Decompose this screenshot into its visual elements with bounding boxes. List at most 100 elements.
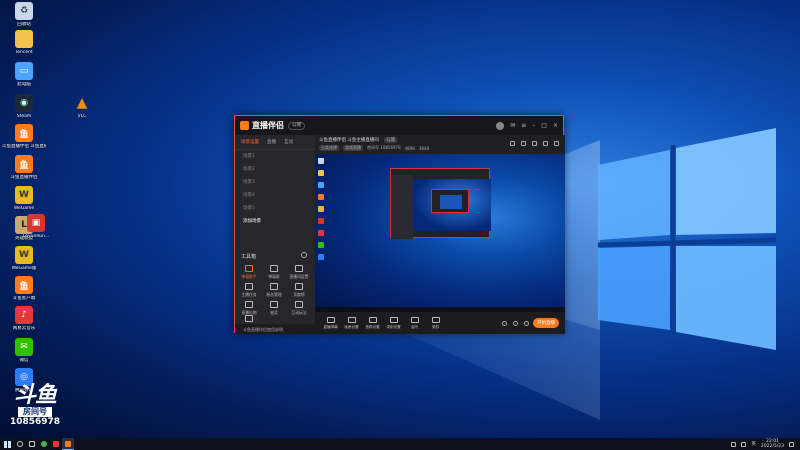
beauty-button[interactable]: 美颜 (426, 316, 445, 330)
computer-icon: ▭ (15, 62, 33, 80)
fan-count: 3848 (418, 145, 430, 151)
gear-icon (295, 265, 303, 272)
settings-icon[interactable] (524, 320, 529, 326)
tool-gifts[interactable]: 直播礼物 (238, 301, 260, 316)
douyu-icon: 鱼 (15, 124, 33, 142)
clock[interactable]: 22:01 2022/5/23 (761, 439, 784, 449)
start-live-button[interactable]: 开始直播 (533, 318, 559, 328)
scene-item[interactable]: 场景4 (235, 189, 315, 202)
douyu-live-assistant-window: 直播伴侣 公测 ✉ ≡ – □ × 场景设置 直播 互动 场景1 场景2 场景3… (234, 115, 565, 334)
wegame-icon: W (15, 246, 33, 264)
scene-item[interactable]: 场景3 (235, 176, 315, 189)
tab-live[interactable]: 直播 (267, 139, 276, 145)
douyu-logo: 斗鱼 (13, 383, 57, 408)
sidebar-footer[interactable]: 斗鱼直播伴侣使用说明 (235, 324, 315, 334)
desktop-icon-douyu-client[interactable]: 鱼 斗鱼客户端 (2, 276, 46, 301)
vlc-icon: ▲ (76, 95, 88, 111)
speaker-icon[interactable] (513, 320, 518, 326)
desktop-icon-this-pc[interactable]: ▭ 此电脑 (2, 62, 46, 87)
minimize-icon[interactable]: – (532, 122, 535, 129)
wechat-icon: ✉ (15, 338, 33, 356)
desktop-icon-tencent[interactable]: Tencent (2, 30, 46, 55)
desktop-icon-douyu-assistant-2[interactable]: 鱼 斗鱼直播伴侣 (2, 155, 46, 180)
app-title: 直播伴侣 (252, 121, 284, 130)
rank-icon (295, 283, 303, 290)
message-icon[interactable]: ✉ (510, 122, 515, 129)
desktop-icon-wegame[interactable]: W WeGame (2, 186, 46, 211)
layout-icon[interactable] (510, 141, 515, 146)
desktop-icon-recycle-bin[interactable]: ♻ 回收站 (2, 2, 46, 27)
category-value[interactable]: 游戏直播 (343, 145, 363, 151)
desktop-icon-douyu-assistant[interactable]: 鱼 斗鱼直播伴侣 斗鱼直播伴侣 (2, 124, 46, 149)
room-number: 10856978 (9, 417, 61, 427)
desktop-icon-vlc[interactable]: ▲ VLC (60, 94, 104, 119)
taskbar-browser[interactable] (38, 438, 50, 450)
stream-title[interactable]: 斗鱼直播伴侣 斗鱼主播直播间 (319, 137, 379, 143)
settings-icon[interactable] (301, 252, 307, 258)
preview-icon (318, 158, 324, 164)
desktop-icon-wegame-2[interactable]: W WeGame版 (2, 246, 46, 271)
tool-games[interactable]: 互动玩法 (288, 301, 310, 316)
beta-badge: 公测 (288, 121, 305, 130)
volume-icon[interactable] (741, 441, 747, 447)
windows-taskbar: 英 22:01 2022/5/23 (0, 438, 800, 450)
close-icon[interactable]: × (553, 122, 558, 129)
sidebar-tabs: 场景设置 直播 互动 (235, 135, 315, 150)
desktop-icon-steam[interactable]: ◉ Steam (2, 94, 46, 119)
browser-icon (41, 441, 47, 447)
app-icon (53, 441, 59, 447)
settings-icon[interactable] (543, 141, 548, 146)
tool-fans[interactable]: 粉丝管理 (263, 283, 285, 298)
maximize-icon[interactable]: □ (541, 122, 547, 129)
taskbar-task-view[interactable] (26, 438, 38, 450)
viewer-count: 4898 (404, 145, 415, 151)
menu-icon[interactable]: ≡ (521, 122, 526, 129)
window-titlebar[interactable]: 直播伴侣 公测 ✉ ≡ – □ × (235, 116, 563, 135)
scene-item[interactable]: 场景1 (235, 150, 315, 163)
start-button[interactable] (0, 438, 14, 450)
beauty-icon (431, 316, 440, 323)
tool-danmu-assistant[interactable]: 弹幕助手 (238, 265, 260, 280)
tool-tasks[interactable]: 主播任务 (238, 283, 260, 298)
add-scene-button[interactable]: 添加场景 (235, 215, 315, 228)
display-settings-button[interactable]: 画面设置 (342, 316, 361, 330)
gift-icon (245, 301, 253, 308)
record-settings-button[interactable]: 录制设置 (384, 316, 403, 330)
category-select[interactable]: 分类选择 (319, 145, 339, 151)
scene-item[interactable]: 场景2 (235, 163, 315, 176)
scene-item[interactable]: 场景5 (235, 202, 315, 215)
tab-interact[interactable]: 互动 (284, 139, 293, 145)
desktop-icon-leyun[interactable]: ▣ LeyunRun... (14, 214, 58, 239)
stream-header: 斗鱼直播伴侣 斗鱼主播直播间 公测 分类选择 游戏直播 房间号 10856978… (315, 135, 565, 154)
tab-scenes[interactable]: 场景设置 (241, 139, 259, 145)
windows-icon (3, 440, 11, 448)
tool-lottery[interactable]: 抽奖 (263, 301, 285, 316)
live-preview[interactable] (315, 154, 565, 312)
audio-settings-button[interactable]: 音频设置 (363, 316, 382, 330)
app-brand: 直播伴侣 (240, 120, 284, 131)
network-icon[interactable] (731, 441, 737, 447)
nested-preview-window (390, 168, 491, 239)
tool-room-settings[interactable]: 直播间设置 (288, 265, 310, 280)
record-icon[interactable] (521, 141, 526, 146)
share-icon[interactable] (554, 141, 559, 146)
mic-icon[interactable] (502, 320, 507, 326)
taskbar-douyu[interactable] (62, 438, 74, 450)
danmu-icon (245, 265, 253, 272)
audio-icon (368, 316, 377, 323)
taskbar-search[interactable] (14, 438, 26, 450)
tool-ranking[interactable]: 贡献榜 (288, 283, 310, 298)
monitor-button[interactable]: 监听 (405, 316, 424, 330)
fullscreen-icon[interactable] (532, 141, 537, 146)
lottery-icon (270, 301, 278, 308)
desktop-icon-netease-music[interactable]: ♪ 网易云音乐 (2, 306, 46, 331)
avatar[interactable] (496, 121, 505, 130)
tool-danmu[interactable]: 弹幕姬 (263, 265, 285, 280)
taskbar-app[interactable] (50, 438, 62, 450)
input-language[interactable]: 英 (751, 441, 756, 447)
notification-icon[interactable] (789, 441, 794, 447)
desktop-icon-wechat[interactable]: ✉ 微信 (2, 338, 46, 363)
system-tray: 英 22:01 2022/5/23 (731, 439, 800, 449)
preview-icon (318, 194, 324, 200)
danmu-button[interactable]: 直播弹幕 (321, 316, 340, 330)
